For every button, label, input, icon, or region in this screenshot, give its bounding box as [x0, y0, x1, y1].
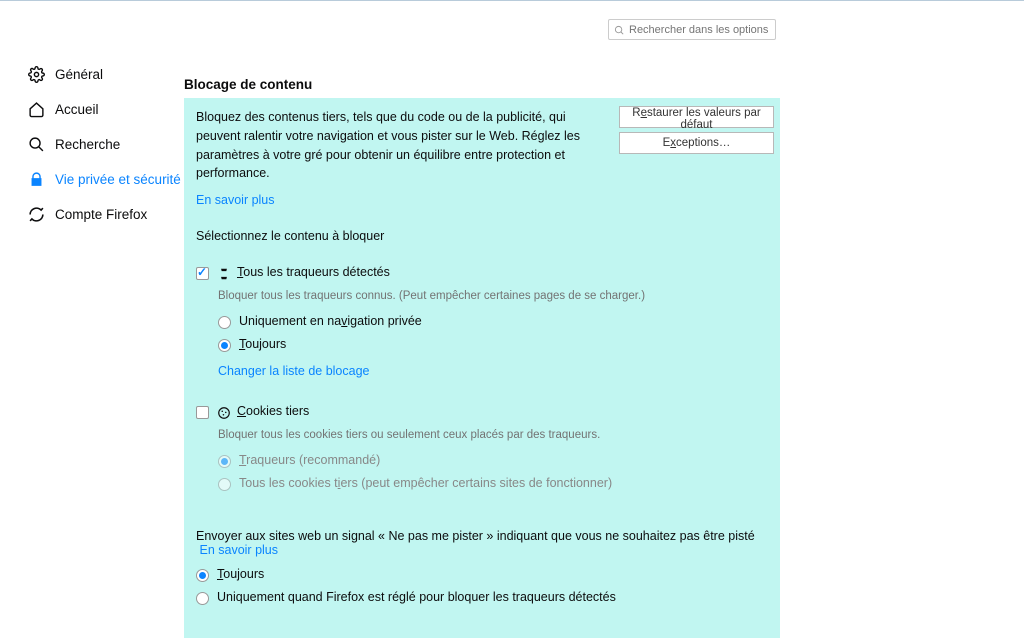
sidebar-item-search[interactable]: Recherche — [28, 127, 188, 162]
trackers-always-radio[interactable] — [218, 339, 231, 352]
sync-icon — [28, 206, 45, 223]
home-icon — [28, 101, 45, 118]
dnt-always-radio[interactable] — [196, 569, 209, 582]
cookie-icon — [217, 406, 231, 425]
sidebar-item-label: Compte Firefox — [55, 207, 147, 222]
dnt-when-blocking-radio[interactable] — [196, 592, 209, 605]
trackers-private-radio[interactable] — [218, 316, 231, 329]
preferences-sidebar: Général Accueil Recherche Vie privée et … — [28, 57, 188, 232]
cookies-option[interactable]: Cookies tiers — [196, 404, 768, 425]
learn-more-link[interactable]: En savoir plus — [196, 193, 275, 207]
trackers-icon — [217, 267, 231, 286]
trackers-option[interactable]: Tous les traqueurs détectés — [196, 265, 768, 286]
trackers-label: Tous les traqueurs détectés — [237, 265, 390, 279]
sidebar-item-general[interactable]: Général — [28, 57, 188, 92]
cookies-trackers-label: Traqueurs (recommandé) — [239, 453, 380, 467]
cookies-trackers-radio[interactable] — [218, 455, 231, 468]
sidebar-item-label: Vie privée et sécurité — [55, 172, 181, 187]
cookies-all-radio[interactable] — [218, 478, 231, 491]
trackers-always-label: Toujours — [239, 337, 286, 351]
sidebar-item-firefox-account[interactable]: Compte Firefox — [28, 197, 188, 232]
cookies-all-option[interactable]: Tous les cookies tiers (peut empêcher ce… — [218, 476, 768, 491]
section-description: Bloquez des contenus tiers, tels que du … — [196, 108, 591, 183]
change-blocklist-link[interactable]: Changer la liste de blocage — [218, 364, 370, 378]
search-options-input[interactable] — [608, 19, 776, 40]
exceptions-button[interactable]: Exceptions… — [619, 132, 774, 154]
trackers-checkbox[interactable] — [196, 267, 209, 280]
select-content-label: Sélectionnez le contenu à bloquer — [196, 229, 768, 243]
sidebar-item-label: Recherche — [55, 137, 120, 152]
dnt-always-option[interactable]: Toujours — [196, 567, 768, 582]
cookies-label: Cookies tiers — [237, 404, 309, 418]
dnt-when-blocking-option[interactable]: Uniquement quand Firefox est réglé pour … — [196, 590, 768, 605]
cookies-trackers-option[interactable]: Traqueurs (recommandé) — [218, 453, 768, 468]
section-title: Blocage de contenu — [184, 77, 780, 92]
sidebar-item-label: Accueil — [55, 102, 99, 117]
restore-defaults-button[interactable]: Restaurer les valeurs par défaut — [619, 106, 774, 128]
trackers-private-only-option[interactable]: Uniquement en navigation privée — [218, 314, 768, 329]
dnt-description: Envoyer aux sites web un signal « Ne pas… — [196, 529, 755, 543]
sidebar-item-label: Général — [55, 67, 103, 82]
gear-icon — [28, 66, 45, 83]
trackers-always-option[interactable]: Toujours — [218, 337, 768, 352]
dnt-always-label: Toujours — [217, 567, 264, 581]
cookies-checkbox[interactable] — [196, 406, 209, 419]
lock-icon — [28, 171, 45, 188]
content-blocking-panel: Restaurer les valeurs par défaut Excepti… — [184, 98, 780, 638]
dnt-learn-more-link[interactable]: En savoir plus — [199, 543, 278, 557]
trackers-hint: Bloquer tous les traqueurs connus. (Peut… — [218, 290, 768, 302]
sidebar-item-privacy[interactable]: Vie privée et sécurité — [28, 162, 188, 197]
magnify-icon — [28, 136, 45, 153]
trackers-private-label: Uniquement en navigation privée — [239, 314, 422, 328]
dnt-when-blocking-label: Uniquement quand Firefox est réglé pour … — [217, 590, 616, 604]
cookies-all-label: Tous les cookies tiers (peut empêcher ce… — [239, 476, 612, 490]
sidebar-item-home[interactable]: Accueil — [28, 92, 188, 127]
cookies-hint: Bloquer tous les cookies tiers ou seulem… — [218, 429, 768, 441]
content-blocking-section: Blocage de contenu Restaurer les valeurs… — [184, 77, 780, 638]
